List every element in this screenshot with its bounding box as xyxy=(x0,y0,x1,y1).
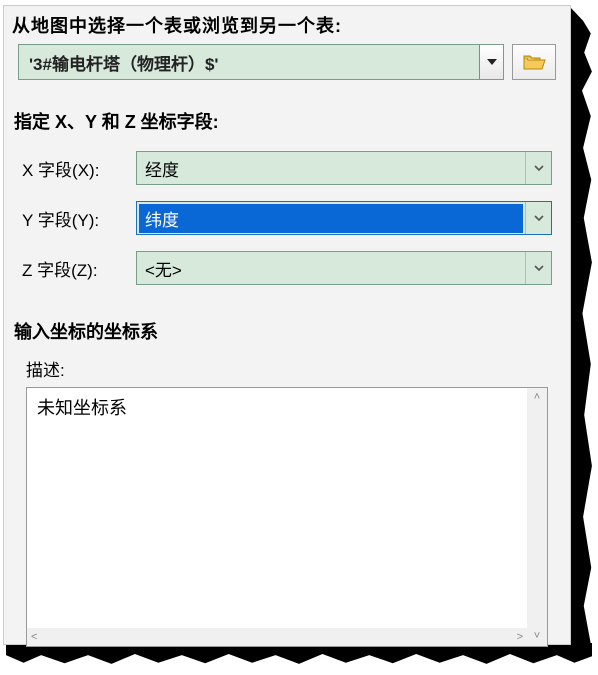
y-field-value: 纬度 xyxy=(139,204,523,233)
browse-button[interactable] xyxy=(512,44,556,80)
coord-system-section-label: 输入坐标的坐标系 xyxy=(12,300,562,352)
dialog-window: 从地图中选择一个表或浏览到另一个表: '3#输电杆塔（物理杆）$' 指定 X、Y… xyxy=(3,5,571,645)
table-dropdown-value: '3#输电杆塔（物理杆）$' xyxy=(19,50,479,75)
chevron-down-icon xyxy=(533,214,545,222)
x-field-dropdown[interactable]: 经度 xyxy=(136,151,552,185)
z-field-dropdown[interactable]: <无> xyxy=(136,251,552,285)
x-field-value: 经度 xyxy=(137,156,525,181)
instruction-label: 从地图中选择一个表或浏览到另一个表: xyxy=(12,6,562,42)
z-field-value: <无> xyxy=(137,256,525,281)
y-field-dropdown[interactable]: 纬度 xyxy=(136,201,552,235)
scroll-right-icon[interactable]: ˃ xyxy=(517,632,523,643)
table-dropdown[interactable]: '3#输电杆塔（物理杆）$' xyxy=(18,44,504,80)
z-field-arrow[interactable] xyxy=(525,252,551,284)
folder-open-icon xyxy=(522,52,546,72)
x-field-label: X 字段(X): xyxy=(22,156,122,181)
y-field-label: Y 字段(Y): xyxy=(22,206,122,231)
triangle-down-icon xyxy=(486,58,498,66)
scroll-up-icon[interactable]: ˄ xyxy=(534,392,540,403)
description-textbox[interactable]: 未知坐标系 ˄ ˅ ˂ ˃ xyxy=(26,387,548,647)
x-field-arrow[interactable] xyxy=(525,152,551,184)
vertical-scrollbar[interactable]: ˄ ˅ xyxy=(527,388,547,646)
horizontal-scrollbar[interactable]: ˂ ˃ xyxy=(27,628,527,646)
description-text: 未知坐标系 xyxy=(27,388,547,426)
chevron-down-icon xyxy=(533,264,545,272)
chevron-down-icon xyxy=(533,164,545,172)
table-dropdown-arrow[interactable] xyxy=(479,45,503,79)
y-field-arrow[interactable] xyxy=(525,202,551,234)
description-label: 描述: xyxy=(12,352,562,385)
scroll-left-icon[interactable]: ˂ xyxy=(31,632,37,643)
coord-fields-section-label: 指定 X、Y 和 Z 坐标字段: xyxy=(12,86,562,144)
z-field-label: Z 字段(Z): xyxy=(22,256,122,281)
scroll-down-icon[interactable]: ˅ xyxy=(534,631,540,642)
